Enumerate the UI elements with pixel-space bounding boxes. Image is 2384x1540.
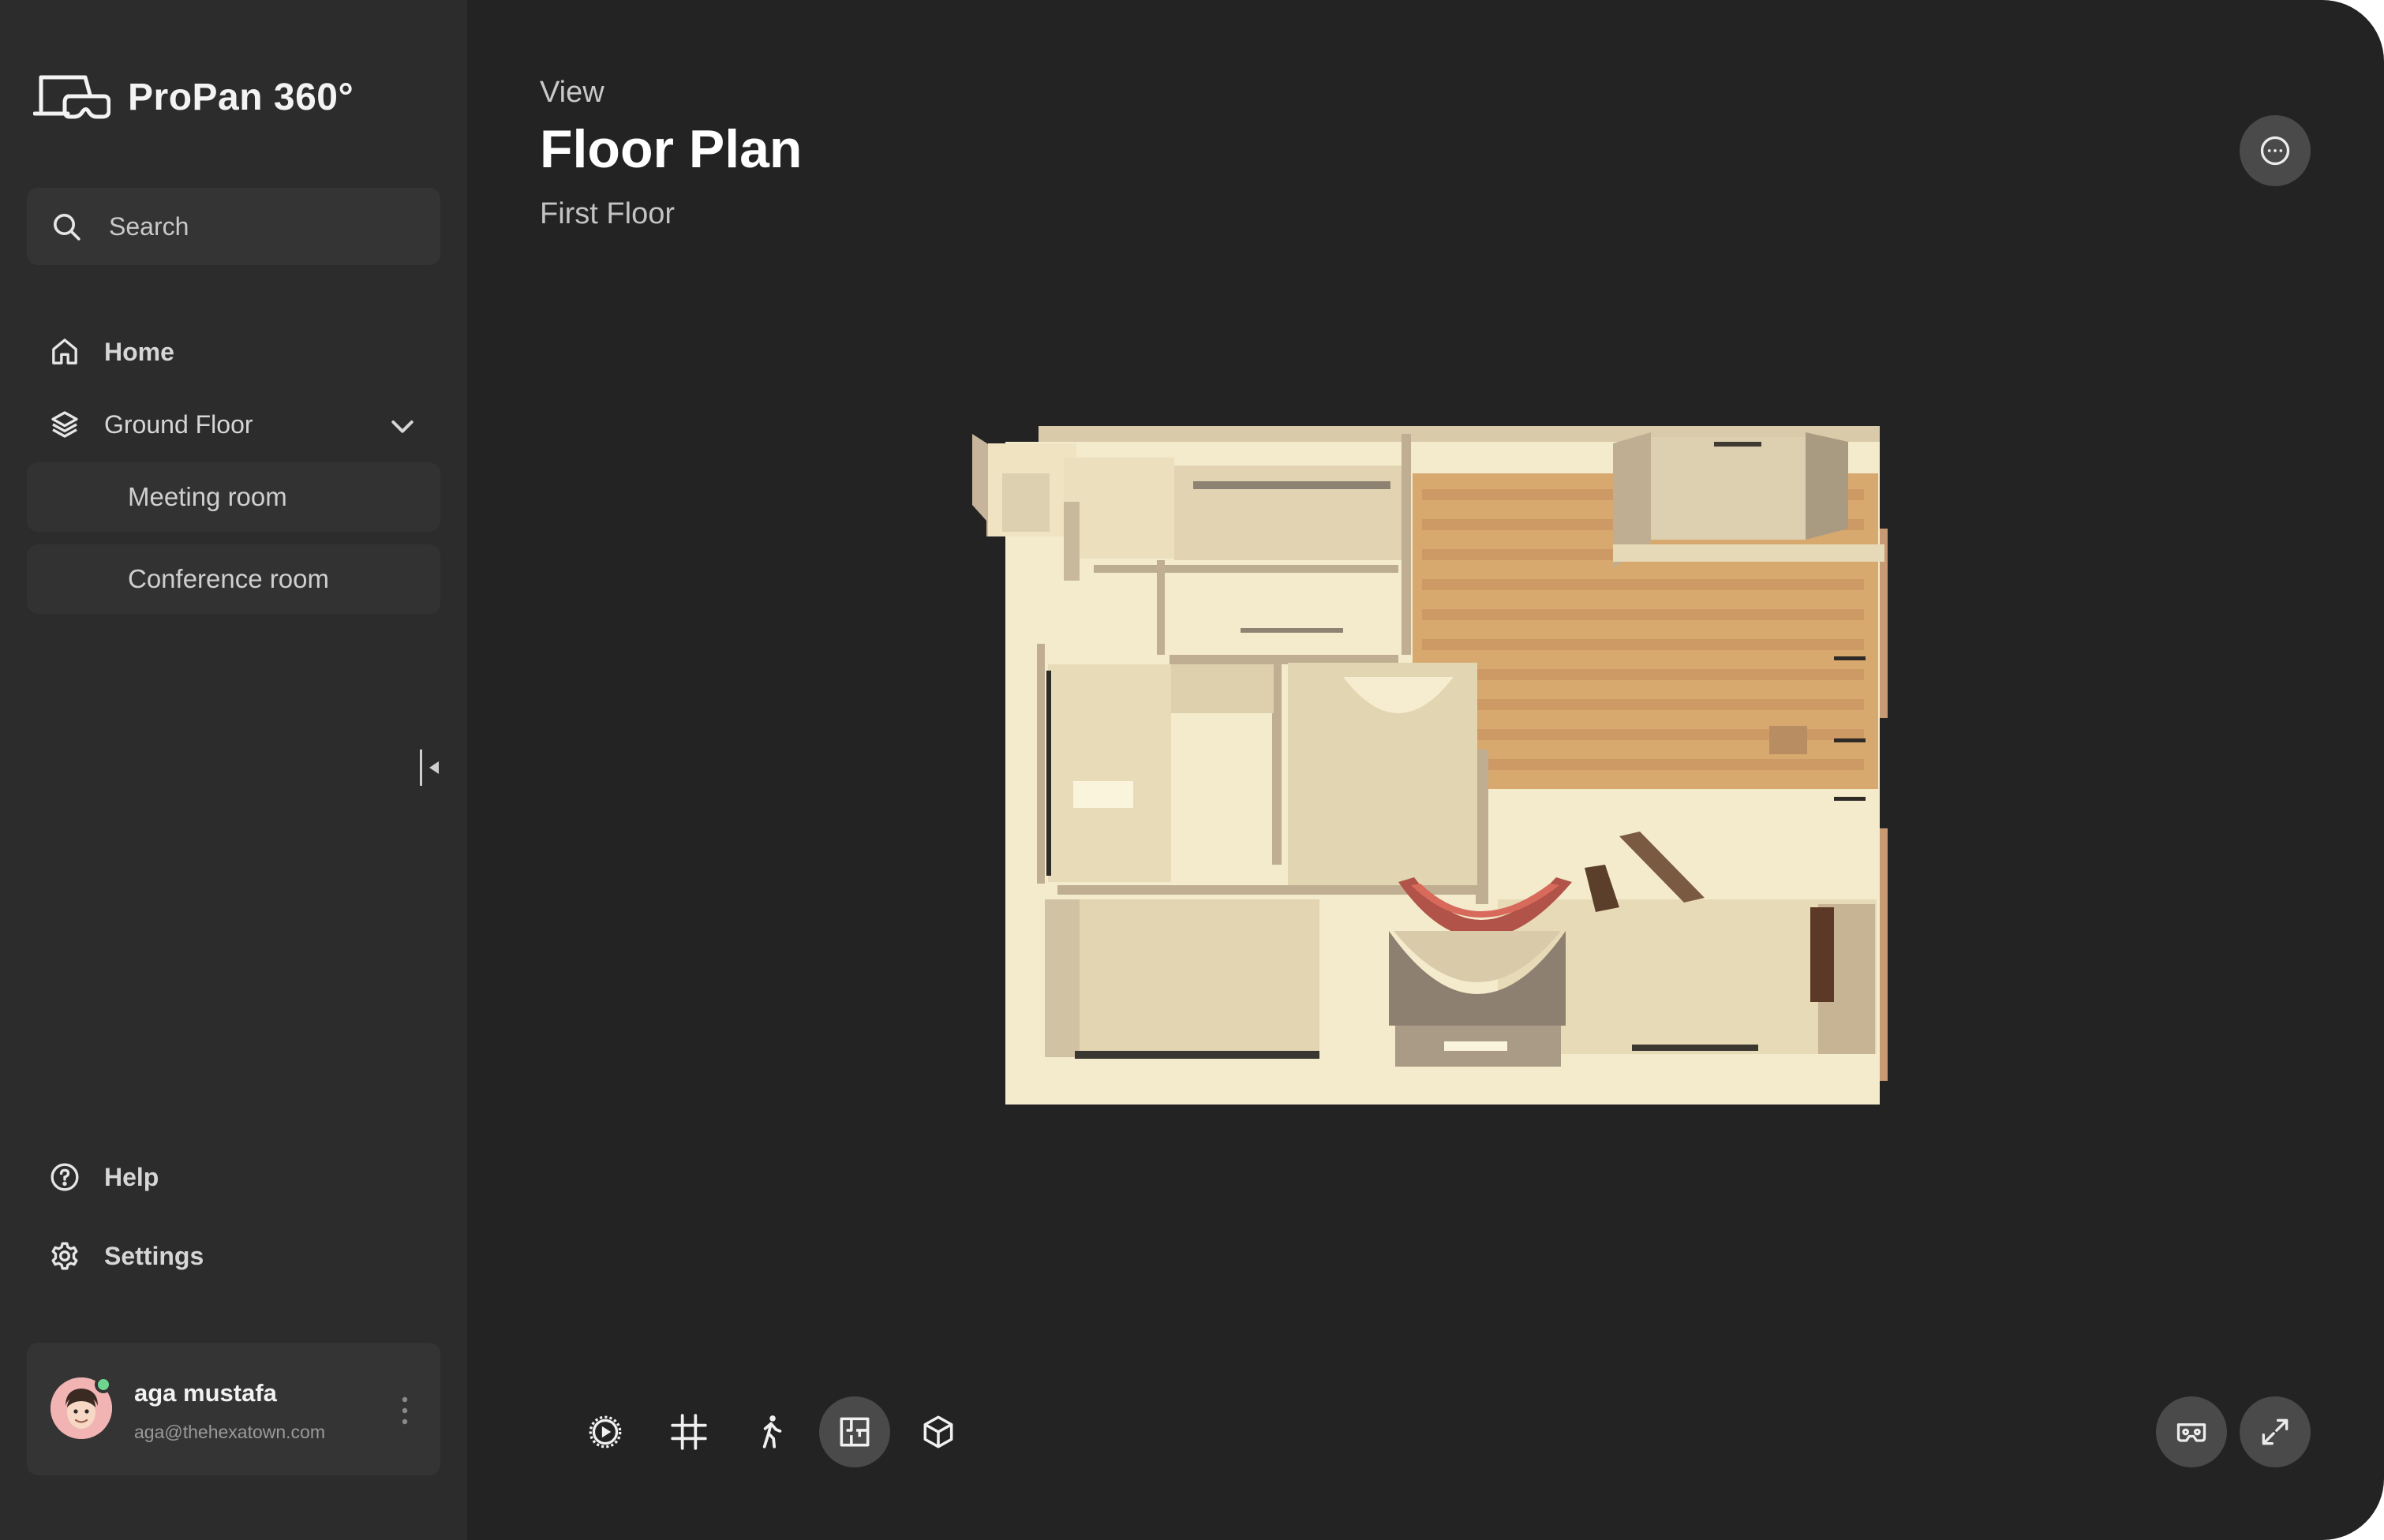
layers-icon: [51, 411, 78, 438]
main-content: View Floor Plan First Floor: [467, 0, 2384, 1540]
user-name: aga mustafa: [134, 1379, 277, 1407]
sidebar: ProPan 360° Search Home Ground Floor Mee…: [0, 0, 467, 1540]
app-name: ProPan 360°: [128, 76, 354, 118]
view-label: View: [540, 76, 604, 109]
dollhouse-icon: [923, 1415, 953, 1448]
nav-room-conference[interactable]: Conference room: [27, 544, 440, 614]
fullscreen-button[interactable]: [2240, 1396, 2311, 1467]
brand[interactable]: ProPan 360°: [33, 73, 354, 121]
collapse-sidebar-icon[interactable]: [418, 748, 442, 787]
nav-ground-floor[interactable]: Ground Floor: [27, 394, 440, 454]
kebab-menu-icon[interactable]: [399, 1395, 410, 1426]
home-icon: [52, 338, 77, 364]
chevron-down-icon[interactable]: [387, 410, 418, 442]
crop-icon: [671, 1414, 707, 1450]
search-icon: [54, 214, 80, 241]
vr-headset-icon: [2176, 1423, 2206, 1442]
floor-plan-mode-button[interactable]: [819, 1396, 890, 1467]
vr-mode-button[interactable]: [2156, 1396, 2227, 1467]
more-options-icon: [2260, 136, 2290, 166]
autoplay-icon: [589, 1415, 622, 1448]
crop-button[interactable]: [653, 1396, 724, 1467]
nav-room-meeting[interactable]: Meeting room: [27, 462, 440, 532]
walk-mode-button[interactable]: [735, 1396, 807, 1467]
floor-plan-icon: [840, 1417, 870, 1447]
search-placeholder: Search: [109, 211, 189, 241]
nav-settings-label: Settings: [104, 1241, 204, 1270]
nav-home-label: Home: [104, 337, 174, 366]
nav-help[interactable]: Help: [27, 1147, 440, 1207]
page-title: Floor Plan: [540, 119, 803, 179]
floor-name: First Floor: [540, 197, 675, 230]
nav-help-label: Help: [104, 1162, 159, 1191]
nav-settings[interactable]: Settings: [27, 1226, 440, 1286]
more-options-button[interactable]: [2240, 115, 2311, 186]
app-window: ProPan 360° Search Home Ground Floor Mee…: [0, 0, 2384, 1540]
online-status-dot: [95, 1376, 112, 1393]
user-card[interactable]: aga mustafa aga@thehexatown.com: [27, 1343, 440, 1475]
nav-ground-floor-label: Ground Floor: [104, 409, 253, 439]
autoplay-button[interactable]: [570, 1396, 641, 1467]
dollhouse-mode-button[interactable]: [903, 1396, 974, 1467]
gear-icon: [51, 1242, 78, 1270]
nav-home[interactable]: Home: [27, 322, 440, 382]
walk-icon: [762, 1415, 782, 1448]
floor-plan-render[interactable]: [972, 426, 1888, 1105]
fullscreen-icon: [2262, 1419, 2289, 1445]
user-email: aga@thehexatown.com: [134, 1422, 325, 1442]
search-input[interactable]: Search: [27, 188, 440, 265]
help-icon: [51, 1163, 79, 1191]
vr-logo-icon: [33, 75, 110, 119]
